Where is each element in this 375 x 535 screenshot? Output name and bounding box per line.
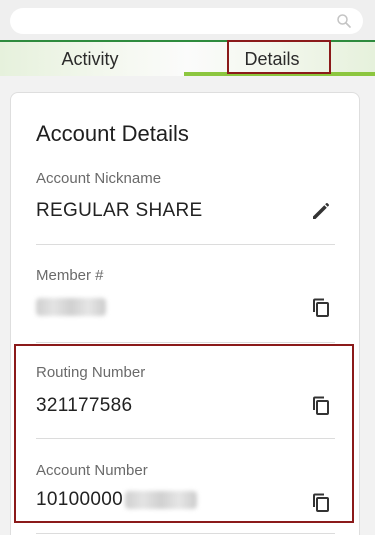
redacted-member-number [36,297,106,316]
top-bar [0,0,375,40]
member-number-value [36,296,106,318]
tab-activity[interactable]: Activity [0,42,180,76]
search-icon[interactable] [335,12,353,30]
divider [36,342,335,343]
account-nickname-value: REGULAR SHARE [36,200,203,221]
divider [36,533,335,534]
pencil-icon[interactable] [309,199,333,223]
divider [36,244,335,245]
copy-member-number-icon[interactable] [309,296,333,320]
search-input[interactable] [10,8,363,34]
highlight-details-tab [227,40,331,74]
card-title: Account Details [36,121,189,146]
highlight-routing-account-box [14,344,354,523]
account-nickname-label: Account Nickname [36,170,162,187]
member-number-label: Member # [36,267,104,284]
